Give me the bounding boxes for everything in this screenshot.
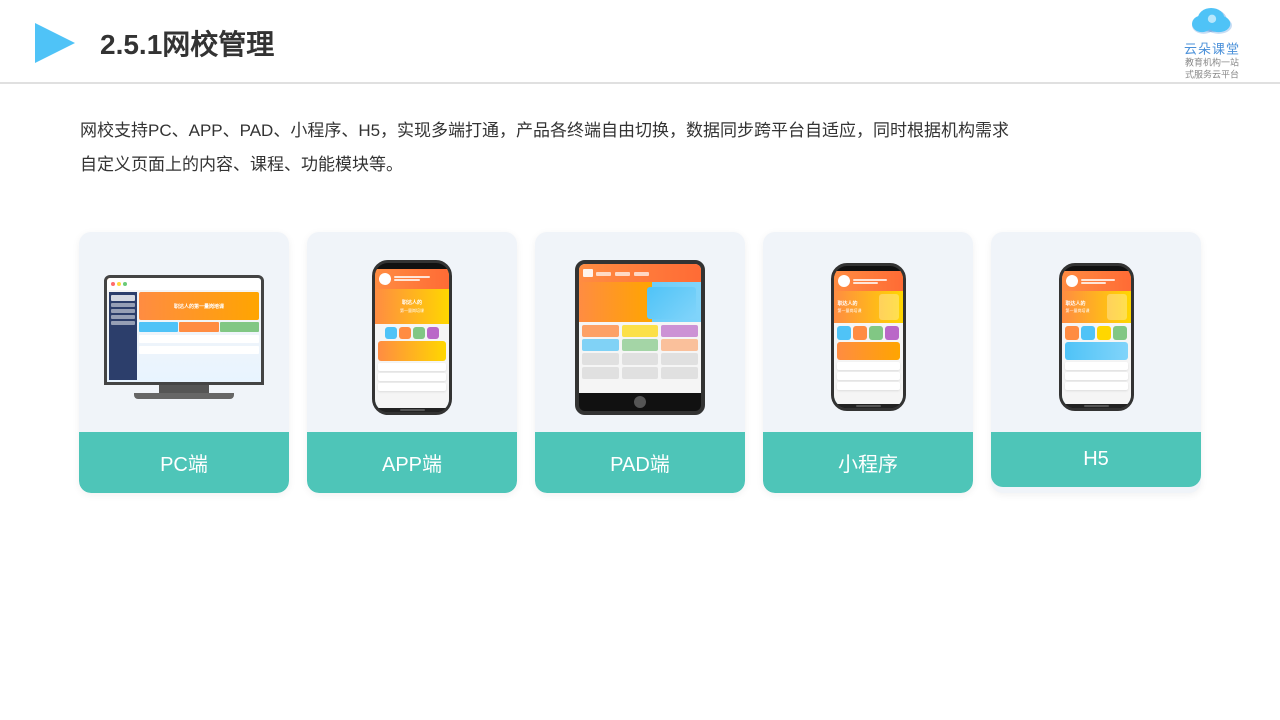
brand-name: 云朵课堂 bbox=[1184, 38, 1240, 57]
brand-cloud-icon bbox=[1187, 1, 1237, 36]
description-text: 网校支持PC、APP、PAD、小程序、H5，实现多端打通，产品各终端自由切换，数… bbox=[0, 84, 1100, 202]
page-title: 2.5.1网校管理 bbox=[100, 23, 274, 63]
h5-image-area: 职达人的 第一量岗培课 bbox=[991, 232, 1201, 432]
pc-mockup: 职达人的第一量岗培课 bbox=[99, 275, 269, 399]
device-card-h5: 职达人的 第一量岗培课 bbox=[991, 232, 1201, 493]
pc-image-area: 职达人的第一量岗培课 bbox=[79, 232, 289, 432]
pc-label-button[interactable]: PC端 bbox=[79, 432, 289, 493]
h5-label-button[interactable]: H5 bbox=[991, 432, 1201, 487]
brand-logo: 云朵课堂 教育机构一站式服务云平台 bbox=[1184, 1, 1240, 80]
h5-phone-mockup: 职达人的 第一量岗培课 bbox=[1059, 263, 1134, 411]
device-card-pc: 职达人的第一量岗培课 bbox=[79, 232, 289, 493]
miniprogram-image-area: 职达人的 第一量岗培课 bbox=[763, 232, 973, 432]
brand-tagline: 教育机构一站式服务云平台 bbox=[1185, 57, 1239, 80]
pad-image-area bbox=[535, 232, 745, 432]
pad-tablet-mockup bbox=[575, 260, 705, 415]
miniprogram-phone-mockup: 职达人的 第一量岗培课 bbox=[831, 263, 906, 411]
device-card-pad: PAD端 bbox=[535, 232, 745, 493]
logo-arrow-icon bbox=[30, 18, 80, 68]
page-header: 2.5.1网校管理 云朵课堂 教育机构一站式服务云平台 bbox=[0, 0, 1280, 84]
app-label-button[interactable]: APP端 bbox=[307, 432, 517, 493]
pad-label-button[interactable]: PAD端 bbox=[535, 432, 745, 493]
device-card-miniprogram: 职达人的 第一量岗培课 bbox=[763, 232, 973, 493]
device-card-app: 职达人的 第一量岗培课 bbox=[307, 232, 517, 493]
miniprogram-label-button[interactable]: 小程序 bbox=[763, 432, 973, 493]
app-image-area: 职达人的 第一量岗培课 bbox=[307, 232, 517, 432]
app-phone-mockup: 职达人的 第一量岗培课 bbox=[372, 260, 452, 415]
device-cards-container: 职达人的第一量岗培课 bbox=[0, 212, 1280, 493]
